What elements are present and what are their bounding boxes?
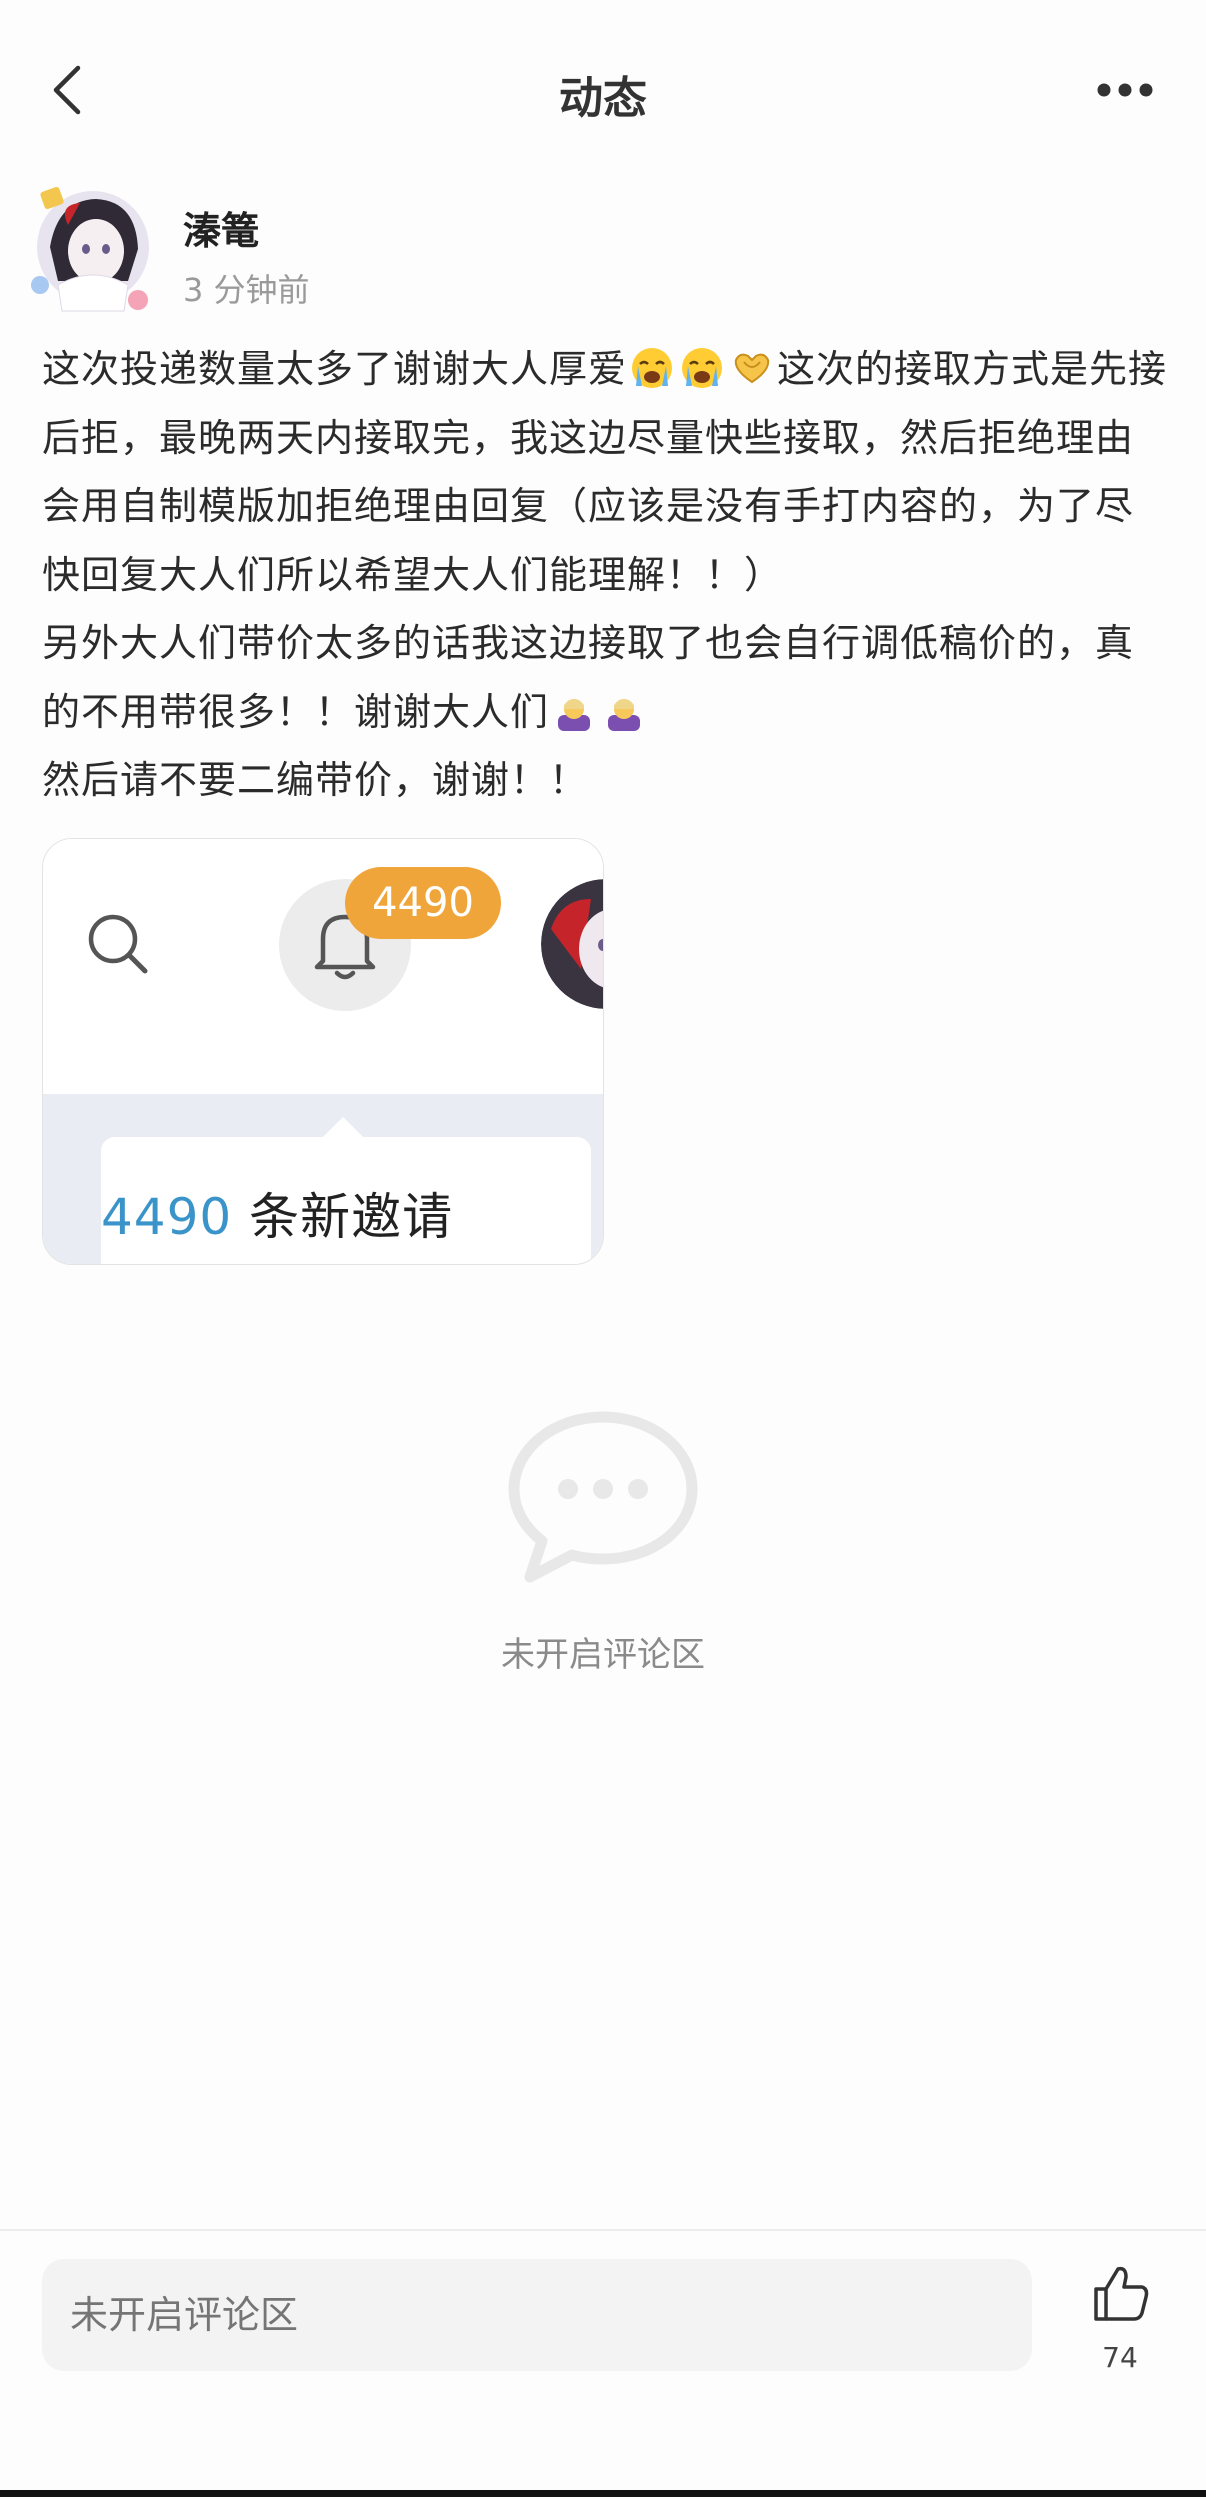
- comments-disabled-label: 未开启评论区: [501, 1635, 705, 1675]
- post-author: 溱篭 3 分钟前: [28, 185, 1178, 315]
- search-icon: [83, 909, 153, 979]
- like-count: 74: [1102, 2341, 1138, 2374]
- invite-label: 条新邀请: [249, 1188, 454, 1246]
- top-nav-bar: 动态: [0, 0, 1206, 180]
- post-text: 这次投递数量太多了谢谢大人厚爱 这次的接取方式是先接后拒，最晚两天内接取完，我这边…: [42, 335, 1172, 815]
- more-dots-icon: [1097, 83, 1153, 97]
- bottom-bar: 74: [0, 2229, 1206, 2499]
- comment-input[interactable]: [42, 2259, 1032, 2371]
- heart-hands-emoji: [734, 353, 770, 384]
- notification-badge: 4490: [345, 867, 501, 939]
- comments-empty-state: 未开启评论区: [0, 1405, 1206, 1685]
- invite-count: 4490: [101, 1188, 233, 1246]
- crying-face-emoji: [682, 348, 723, 388]
- post-text-segment: 然后请不要二编带价，谢谢！！: [42, 758, 589, 802]
- post-image[interactable]: 4490 4490 条新邀请: [42, 838, 604, 1265]
- thumbs-up-icon: [1094, 2266, 1149, 2321]
- post-paragraph: 另外大人们带价太多的话我这边接取了也会自行调低稿价的，真的不用带很多！！谢谢大人…: [42, 609, 1172, 746]
- page-title: 动态: [559, 73, 647, 124]
- home-indicator: [0, 2490, 1206, 2497]
- author-name[interactable]: 溱篭: [183, 200, 259, 255]
- post-time: 3 分钟前: [183, 271, 310, 309]
- post-paragraph: 然后请不要二编带价，谢谢！！: [42, 746, 1172, 815]
- post-paragraph: 这次投递数量太多了谢谢大人厚爱 这次的接取方式是先接后拒，最晚两天内接取完，我这边…: [42, 335, 1172, 609]
- tooltip-arrow: [321, 1117, 365, 1139]
- chat-bubble-icon: [500, 1405, 706, 1585]
- bowing-person-emoji: [608, 698, 641, 731]
- more-button[interactable]: [1090, 60, 1160, 120]
- bowing-person-emoji: [558, 698, 591, 731]
- crying-face-emoji: [632, 348, 673, 388]
- post-text-segment: 这次投递数量太多了谢谢大人厚爱: [42, 347, 628, 391]
- invite-text: 4490 条新邀请: [101, 1177, 541, 1249]
- like-button[interactable]: 74: [1080, 2261, 1160, 2374]
- avatar[interactable]: [28, 185, 158, 315]
